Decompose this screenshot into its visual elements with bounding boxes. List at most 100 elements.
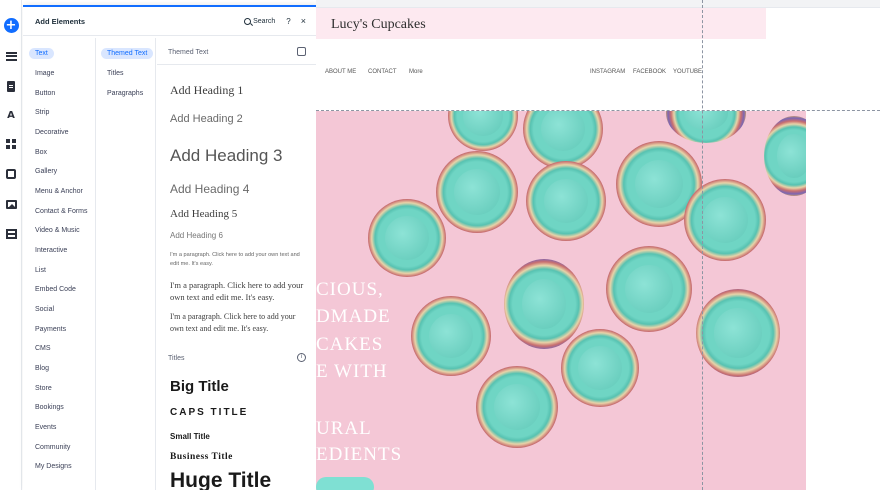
site-canvas[interactable]: Lucy's Cupcakes ABOUT ME CONTACT More IN… <box>316 0 880 490</box>
titles-section-title: Titles <box>168 355 185 362</box>
media-icon <box>5 199 17 209</box>
category-cms[interactable]: CMS <box>35 345 51 352</box>
cupcake <box>561 329 639 407</box>
pages-button[interactable] <box>3 78 19 94</box>
cupcake <box>764 116 806 196</box>
theme-settings-icon[interactable] <box>297 47 306 56</box>
add-icon: + <box>3 17 19 33</box>
category-gallery[interactable]: Gallery <box>35 168 57 175</box>
category-contact-forms[interactable]: Contact & Forms <box>35 208 88 215</box>
font-theme-icon: A <box>7 109 15 121</box>
hero-text-line[interactable]: URAL <box>316 418 372 440</box>
section-divider <box>157 64 316 65</box>
business-tools-button[interactable] <box>3 166 19 182</box>
themed-text-section-title: Themed Text <box>168 49 209 56</box>
hero-text-line[interactable]: CAKES <box>316 334 383 356</box>
site-design-button[interactable]: A <box>3 107 19 123</box>
cupcake <box>526 161 606 241</box>
hero-cta-button[interactable] <box>316 477 374 490</box>
hero-text-line[interactable]: CIOUS, <box>316 279 384 301</box>
puzzle-icon <box>6 169 16 179</box>
huge-title-preview[interactable]: Huge Title <box>170 469 271 490</box>
hero-text-line[interactable]: E WITH <box>316 361 388 383</box>
category-events[interactable]: Events <box>35 424 56 431</box>
panel-search-button[interactable]: Search <box>244 17 276 25</box>
heading-1-preview[interactable]: Add Heading 1 <box>170 83 243 98</box>
nav-instagram[interactable]: INSTAGRAM <box>590 69 625 75</box>
app-market-button[interactable] <box>3 136 19 152</box>
info-icon[interactable]: i <box>297 353 306 362</box>
search-icon <box>244 17 252 25</box>
media-button[interactable] <box>3 196 19 212</box>
nav-contact[interactable]: CONTACT <box>368 69 397 75</box>
category-text[interactable]: Text <box>29 48 54 59</box>
category-decorative[interactable]: Decorative <box>35 129 68 136</box>
paragraph-3-preview[interactable]: I'm a paragraph. Click here to add your … <box>170 311 310 335</box>
apps-icon <box>6 139 16 149</box>
menu-icon <box>5 51 17 61</box>
paragraph-1-preview[interactable]: I'm a paragraph. Click here to add your … <box>170 251 310 269</box>
paragraph-2-preview[interactable]: I'm a paragraph. Click here to add your … <box>170 279 310 303</box>
search-label: Search <box>253 17 276 25</box>
close-icon[interactable]: × <box>301 16 306 26</box>
panel-title: Add Elements <box>35 16 86 26</box>
category-menu-anchor[interactable]: Menu & Anchor <box>35 188 83 195</box>
subcategory-themed-text[interactable]: Themed Text <box>101 48 154 59</box>
category-community[interactable]: Community <box>35 444 70 451</box>
small-title-preview[interactable]: Small Title <box>170 432 210 441</box>
cupcake <box>666 111 746 143</box>
help-icon[interactable]: ? <box>286 17 290 26</box>
category-bookings[interactable]: Bookings <box>35 404 64 411</box>
category-my-designs[interactable]: My Designs <box>35 463 72 470</box>
menus-pages-button[interactable] <box>3 48 19 64</box>
site-header-strip[interactable]: Lucy's Cupcakes <box>316 8 766 39</box>
category-store[interactable]: Store <box>35 385 52 392</box>
heading-3-preview[interactable]: Add Heading 3 <box>170 146 282 166</box>
big-title-preview[interactable]: Big Title <box>170 378 229 395</box>
category-list[interactable]: List <box>35 267 46 274</box>
cupcake <box>476 366 558 448</box>
category-video-music[interactable]: Video & Music <box>35 227 80 234</box>
cupcake <box>411 296 491 376</box>
category-strip[interactable]: Strip <box>35 109 49 116</box>
cupcake <box>684 179 766 261</box>
subcategory-titles[interactable]: Titles <box>107 70 123 77</box>
caps-title-preview[interactable]: CAPS TITLE <box>170 407 248 418</box>
nav-youtube[interactable]: YOUTUBE <box>673 69 702 75</box>
business-title-preview[interactable]: Business Title <box>170 452 233 462</box>
heading-5-preview[interactable]: Add Heading 5 <box>170 208 237 220</box>
subcategory-paragraphs[interactable]: Paragraphs <box>107 90 143 97</box>
category-box[interactable]: Box <box>35 149 47 156</box>
cupcake <box>696 289 780 377</box>
cms-button[interactable] <box>3 226 19 242</box>
category-image[interactable]: Image <box>35 70 54 77</box>
category-button[interactable]: Button <box>35 90 55 97</box>
nav-facebook[interactable]: FACEBOOK <box>633 69 666 75</box>
hero-text-line[interactable]: DMADE <box>316 306 391 328</box>
editor-window: + A Add Elements Search ? × Text Image B… <box>0 0 880 490</box>
heading-6-preview[interactable]: Add Heading 6 <box>170 231 223 240</box>
hero-image[interactable] <box>316 111 806 490</box>
category-interactive[interactable]: Interactive <box>35 247 67 254</box>
vertical-guide-line <box>702 0 703 490</box>
nav-about-me[interactable]: ABOUT ME <box>325 69 356 75</box>
category-social[interactable]: Social <box>35 306 54 313</box>
left-toolbar: + A <box>0 0 22 490</box>
heading-4-preview[interactable]: Add Heading 4 <box>170 182 249 196</box>
category-payments[interactable]: Payments <box>35 326 66 333</box>
add-elements-panel: Add Elements Search ? × Text Image Butto… <box>23 5 316 490</box>
site-title[interactable]: Lucy's Cupcakes <box>331 17 426 33</box>
category-embed-code[interactable]: Embed Code <box>35 286 76 293</box>
heading-2-preview[interactable]: Add Heading 2 <box>170 113 243 125</box>
cupcake <box>436 151 518 233</box>
cupcake <box>504 259 584 349</box>
table-icon <box>5 229 17 239</box>
panel-header: Add Elements Search ? × <box>23 7 316 36</box>
category-blog[interactable]: Blog <box>35 365 49 372</box>
hero-text-line[interactable]: EDIENTS <box>316 444 402 466</box>
add-elements-button[interactable]: + <box>3 17 19 33</box>
nav-more[interactable]: More <box>409 69 423 75</box>
editor-top-strip <box>316 0 880 8</box>
cupcake <box>448 111 518 151</box>
element-previews: Themed Text Add Heading 1 Add Heading 2 … <box>157 38 316 490</box>
